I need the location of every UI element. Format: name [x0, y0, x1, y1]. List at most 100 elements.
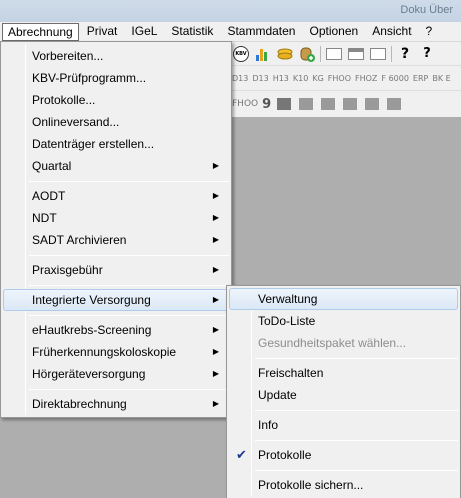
menu-separator: [29, 181, 229, 182]
menu-ansicht[interactable]: Ansicht: [366, 23, 417, 41]
toolbar-separator: [320, 45, 321, 62]
menubar: Abrechnung Privat IGeL Statistik Stammda…: [0, 22, 461, 42]
grey-block-icon[interactable]: [319, 95, 337, 113]
menu-item-label: AODT: [32, 189, 66, 203]
context-help-icon[interactable]: ?: [418, 45, 436, 63]
menu-item-sadt-archivieren[interactable]: SADT Archivieren ▶: [3, 229, 229, 251]
menu-item-label: NDT: [32, 211, 57, 225]
menu-abrechnung[interactable]: Abrechnung: [2, 22, 79, 41]
toolbar-row-2: D13 D13 H13 K10 KG FHOO FHOZ F 6000 ERP …: [230, 67, 461, 91]
coins-icon[interactable]: [276, 45, 294, 63]
menu-separator: [29, 285, 229, 286]
submenu-arrow-icon: ▶: [212, 213, 219, 222]
toolbar-area: KBV ? ? D13 D13 H13 K10 KG FHOO FHOZ F 6…: [230, 42, 461, 117]
grey-block-icon[interactable]: [363, 95, 381, 113]
tb-f-sub: 6000: [388, 74, 409, 83]
list-icon[interactable]: [297, 95, 315, 113]
tb-fhoz[interactable]: FHOZ: [355, 74, 377, 83]
menu-help[interactable]: ?: [420, 23, 439, 41]
tb-d13-a[interactable]: D13: [232, 74, 248, 83]
menu-optionen[interactable]: Optionen: [303, 23, 364, 41]
menu-item-label: Protokolle: [258, 448, 312, 462]
table-icon[interactable]: [275, 95, 293, 113]
abrechnung-menu: Vorbereiten... KBV-Prüfprogramm... Proto…: [0, 41, 232, 418]
tb-bk-sub: E: [445, 74, 451, 83]
help-icon[interactable]: ?: [396, 45, 414, 63]
submenu-item-info[interactable]: Info: [229, 414, 458, 436]
submenu-arrow-icon: ▶: [212, 399, 219, 408]
menu-stammdaten[interactable]: Stammdaten: [221, 23, 301, 41]
menu-item-kbv-pruefprogramm[interactable]: KBV-Prüfprogramm...: [3, 67, 229, 89]
menu-privat[interactable]: Privat: [81, 23, 124, 41]
menu-item-onlineversand[interactable]: Onlineversand...: [3, 111, 229, 133]
menu-item-label: Praxisgebühr: [32, 263, 103, 277]
menu-item-label: Direktabrechnung: [32, 397, 127, 411]
toolbar-row-3: FHOO 9: [230, 92, 461, 116]
toolbar-row-1: KBV ? ?: [230, 42, 461, 66]
submenu-item-freischalten[interactable]: Freischalten: [229, 362, 458, 384]
database-add-icon[interactable]: [298, 45, 316, 63]
menu-item-direktabrechnung[interactable]: Direktabrechnung ▶: [3, 393, 229, 415]
submenu-item-todo-liste[interactable]: ToDo-Liste: [229, 310, 458, 332]
submenu-arrow-icon: ▶: [212, 347, 219, 356]
menu-separator: [255, 358, 458, 359]
checkmark-icon: ✔: [236, 447, 247, 462]
menu-separator: [255, 440, 458, 441]
menu-separator: [29, 255, 229, 256]
submenu-item-protokolle-sichern[interactable]: Protokolle sichern...: [229, 474, 458, 496]
menu-separator: [255, 470, 458, 471]
menu-item-praxisgebuehr[interactable]: Praxisgebühr ▶: [3, 259, 229, 281]
menu-igel[interactable]: IGeL: [125, 23, 163, 41]
tb-f6000[interactable]: F 6000: [381, 74, 409, 83]
submenu-arrow-icon: ▶: [212, 235, 219, 244]
submenu-arrow-icon: ▶: [212, 265, 219, 274]
menu-item-hoergeraeteversorgung[interactable]: Hörgeräteversorgung ▶: [3, 363, 229, 385]
window-title: Doku Über: [400, 4, 453, 16]
menu-item-label: Integrierte Versorgung: [32, 293, 151, 307]
menu-item-label: Hörgeräteversorgung: [32, 367, 146, 381]
tb-bk[interactable]: BK E: [432, 74, 450, 83]
menu-separator: [255, 410, 458, 411]
window-titlebar: Doku Über: [0, 0, 461, 24]
menu-separator: [29, 389, 229, 390]
menu-item-label: eHautkrebs-Screening: [32, 323, 152, 337]
submenu-item-verwaltung[interactable]: Verwaltung: [229, 288, 458, 310]
submenu-arrow-icon: ▶: [212, 325, 219, 334]
menu-item-label: Früherkennungskoloskopie: [32, 345, 177, 359]
tb-k10[interactable]: K10: [293, 74, 308, 83]
bar-chart-icon[interactable]: [254, 45, 272, 63]
window-icon[interactable]: [369, 45, 387, 63]
tb-nine[interactable]: 9: [262, 97, 271, 112]
window-icon[interactable]: [325, 45, 343, 63]
tb-bk-label: BK: [432, 74, 444, 83]
grey-block-icon[interactable]: [341, 95, 359, 113]
integrierte-versorgung-submenu: Verwaltung ToDo-Liste Gesundheitspaket w…: [226, 285, 461, 498]
tb-erp[interactable]: ERP: [413, 74, 428, 83]
menu-separator: [29, 315, 229, 316]
tb-fhoo-2[interactable]: FHOO: [232, 99, 258, 109]
menu-item-label: Quartal: [32, 159, 72, 173]
submenu-arrow-icon: ▶: [212, 161, 219, 170]
tb-fhoo[interactable]: FHOO: [328, 74, 351, 83]
menu-item-vorbereiten[interactable]: Vorbereiten...: [3, 45, 229, 67]
submenu-arrow-icon: ▶: [212, 191, 219, 200]
menu-item-integrierte-versorgung[interactable]: Integrierte Versorgung ▶: [3, 289, 229, 311]
menu-item-aodt[interactable]: AODT ▶: [3, 185, 229, 207]
tb-kg[interactable]: KG: [312, 74, 323, 83]
menu-item-quartal[interactable]: Quartal ▶: [3, 155, 229, 177]
window-split-icon[interactable]: [347, 45, 365, 63]
menu-item-ehautkrebs-screening[interactable]: eHautkrebs-Screening ▶: [3, 319, 229, 341]
submenu-item-update[interactable]: Update: [229, 384, 458, 406]
menu-item-datentraeger[interactable]: Datenträger erstellen...: [3, 133, 229, 155]
submenu-item-protokolle[interactable]: ✔ Protokolle: [229, 444, 458, 466]
submenu-item-gesundheitspaket: Gesundheitspaket wählen...: [258, 336, 407, 350]
menu-item-ndt[interactable]: NDT ▶: [3, 207, 229, 229]
tb-d13-b[interactable]: D13: [252, 74, 268, 83]
menu-statistik[interactable]: Statistik: [165, 23, 219, 41]
menu-item-protokolle[interactable]: Protokolle...: [3, 89, 229, 111]
grey-block-icon[interactable]: [385, 95, 403, 113]
menu-item-frueherkennungskoloskopie[interactable]: Früherkennungskoloskopie ▶: [3, 341, 229, 363]
tb-h13[interactable]: H13: [273, 74, 289, 83]
kbv-icon[interactable]: KBV: [232, 45, 250, 63]
tb-f-label: F: [381, 74, 387, 83]
